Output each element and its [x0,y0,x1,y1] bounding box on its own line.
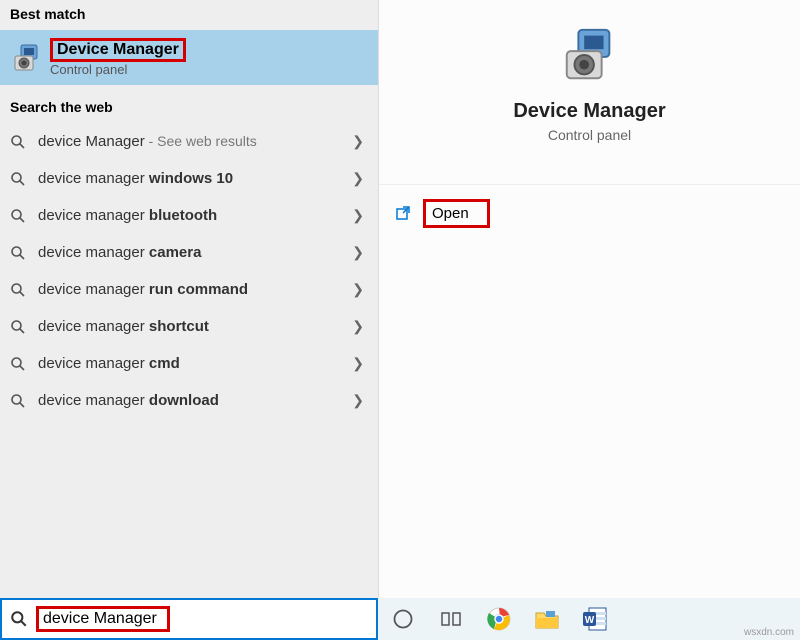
search-icon [10,245,28,261]
best-match-title: Device Manager [57,41,179,58]
watermark: wsxdn.com [744,627,794,638]
search-results-panel: Best match Device Manager Control panel … [0,0,378,598]
taskbar: W [378,598,800,640]
best-match-subtitle: Control panel [50,62,186,77]
chevron-right-icon: ❯ [352,318,364,335]
word-icon[interactable]: W [580,604,610,634]
task-view-icon[interactable] [436,604,466,634]
web-result-item[interactable]: device manager bluetooth ❯ [0,197,378,234]
chrome-icon[interactable] [484,604,514,634]
open-action[interactable]: Open [379,185,800,242]
best-match-text: Device Manager Control panel [50,38,186,77]
search-icon [10,319,28,335]
search-input[interactable] [43,610,163,628]
chevron-right-icon: ❯ [352,244,364,261]
web-result-item[interactable]: device manager windows 10 ❯ [0,160,378,197]
search-icon [10,610,28,628]
web-result-item[interactable]: device manager cmd ❯ [0,345,378,382]
highlight-box [36,606,170,632]
search-icon [10,393,28,409]
chevron-right-icon: ❯ [352,133,364,150]
chevron-right-icon: ❯ [352,281,364,298]
web-results-list: device Manager - See web results ❯ devic… [0,123,378,419]
search-icon [10,171,28,187]
highlight-box: Device Manager [50,38,186,62]
details-subtitle: Control panel [379,127,800,143]
chevron-right-icon: ❯ [352,355,364,372]
search-icon [10,208,28,224]
search-icon [10,356,28,372]
web-result-item[interactable]: device manager shortcut ❯ [0,308,378,345]
device-manager-icon [10,41,44,75]
svg-text:W: W [585,615,595,626]
search-icon [10,282,28,298]
web-result-item[interactable]: device manager download ❯ [0,382,378,419]
file-explorer-icon[interactable] [532,604,562,634]
web-result-item[interactable]: device manager camera ❯ [0,234,378,271]
search-web-header: Search the web [0,85,378,123]
search-icon [10,134,28,150]
cortana-icon[interactable] [388,604,418,634]
details-title: Device Manager [379,100,800,123]
highlight-box: Open [423,199,490,228]
open-icon [395,205,413,223]
details-header: Device Manager Control panel [379,0,800,185]
best-match-header: Best match [0,0,378,30]
chevron-right-icon: ❯ [352,392,364,409]
web-result-item[interactable]: device Manager - See web results ❯ [0,123,378,160]
chevron-right-icon: ❯ [352,207,364,224]
open-label: Open [432,205,469,222]
chevron-right-icon: ❯ [352,170,364,187]
web-result-item[interactable]: device manager run command ❯ [0,271,378,308]
best-match-item[interactable]: Device Manager Control panel [0,30,378,85]
details-panel: Device Manager Control panel Open [378,0,800,598]
device-manager-large-icon [559,24,621,86]
search-bar[interactable] [0,598,378,640]
